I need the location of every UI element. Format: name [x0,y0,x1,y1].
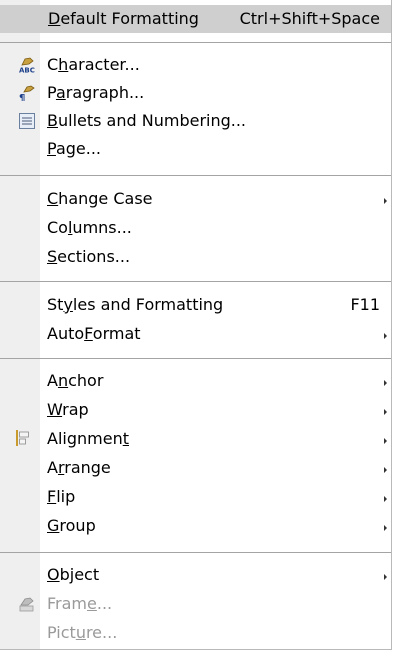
menu-item-frame: Frame... [0,590,391,618]
menu-item-label: Frame... [47,594,113,613]
submenu-arrow-icon [384,438,387,444]
shortcut-label: Ctrl+Shift+Space [239,9,380,28]
menu-item-autoformat[interactable]: AutoFormat [0,320,391,348]
menu-item-sections[interactable]: Sections... [0,243,391,271]
menu-item-label: Arrange [47,458,111,477]
menu-item-label: Flip [47,487,76,506]
submenu-arrow-icon [384,467,387,473]
menu-separator [0,175,391,176]
menu-item-paragraph[interactable]: ¶ Paragraph... [0,79,391,107]
menu-item-alignment[interactable]: Alignment [0,425,391,453]
menu-item-wrap[interactable]: Wrap [0,396,391,424]
menu-item-anchor[interactable]: Anchor [0,367,391,395]
menu-item-arrange[interactable]: Arrange [0,454,391,482]
alignment-icon [16,430,29,446]
svg-text:ABC: ABC [19,67,35,74]
menu-item-picture: Picture... [0,619,391,647]
menu-item-label: Object [47,565,100,584]
menu-item-page[interactable]: Page... [0,135,391,163]
submenu-arrow-icon [384,496,387,502]
submenu-arrow-icon [384,574,387,580]
submenu-arrow-icon [384,333,387,339]
menu-separator [0,281,391,282]
menu-item-default-formatting[interactable]: Default Formatting Ctrl+Shift+Space [0,5,391,33]
menu-item-styles-formatting[interactable]: Styles and Formatting F11 [0,291,391,319]
menu-item-columns[interactable]: Columns... [0,214,391,242]
frame-icon [19,597,34,612]
paragraph-pilcrow-icon: ¶ [19,85,35,101]
format-menu: Default Formatting Ctrl+Shift+Space ABC … [0,0,392,650]
submenu-arrow-icon [384,198,387,204]
menu-item-label: Sections... [47,247,131,266]
menu-item-change-case[interactable]: Change Case [0,185,391,213]
menu-item-label: Page... [47,139,101,158]
menu-item-label: Group [47,516,96,535]
bullets-numbering-icon [19,113,35,129]
shortcut-label: F11 [350,295,380,314]
submenu-arrow-icon [384,380,387,386]
menu-separator [0,552,391,553]
menu-item-label: Character... [47,55,140,74]
submenu-arrow-icon [384,525,387,531]
menu-item-label: Bullets and Numbering... [47,111,247,130]
menu-item-label: Picture... [47,623,118,642]
svg-text:¶: ¶ [19,93,25,101]
menu-item-label: Anchor [47,371,104,390]
menu-item-label: Paragraph... [47,83,145,102]
character-abc-icon: ABC [19,57,35,73]
menu-item-label: Alignment [47,429,129,448]
menu-item-group[interactable]: Group [0,512,391,540]
menu-item-character[interactable]: ABC Character... [0,51,391,79]
submenu-arrow-icon [384,409,387,415]
menu-item-label: Default Formatting [48,9,199,28]
menu-item-label: AutoFormat [47,324,141,343]
menu-item-label: Columns... [47,218,132,237]
menu-item-flip[interactable]: Flip [0,483,391,511]
menu-item-bullets-numbering[interactable]: Bullets and Numbering... [0,107,391,135]
menu-item-label: Styles and Formatting [47,295,224,314]
menu-item-label: Wrap [47,400,89,419]
menu-item-object[interactable]: Object [0,561,391,589]
menu-item-label: Change Case [47,189,153,208]
menu-separator [0,42,391,43]
menu-separator [0,358,391,359]
